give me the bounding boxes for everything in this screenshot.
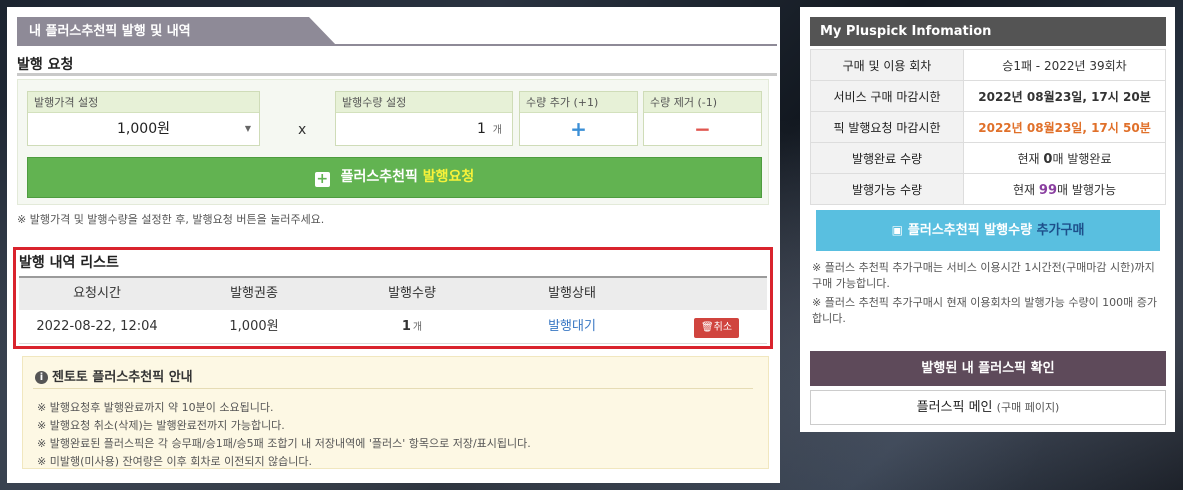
available-suffix: 매 발행가능 xyxy=(1057,182,1117,197)
column-header-status: 발행상태 xyxy=(548,286,596,301)
add-quantity-button[interactable]: 수량 추가 (+1) + xyxy=(519,91,638,146)
info-line-3: ※ 발행완료된 플러스픽은 각 승무패/승1패/승5패 조합기 내 저장내역에 … xyxy=(37,437,531,450)
panel-tab-header: 내 플러스추천픽 발행 및 내역 xyxy=(17,17,777,46)
pluspick-main-button[interactable]: 플러스픽 메인 (구매 페이지) xyxy=(810,390,1166,425)
table-row: 픽 발행요청 마감시한 2022년 08월23일, 17시 50분 xyxy=(810,111,1166,143)
cancel-button[interactable]: 🗑취소 xyxy=(694,318,739,338)
buy-note-2: ※ 플러스 추천픽 추가구매시 현재 이용회차의 발행가능 수량이 100매 증… xyxy=(812,296,1158,325)
section-divider xyxy=(17,73,777,76)
calendar-plus-icon: ▣ xyxy=(891,223,903,237)
info-panel-header: My Pluspick Infomation xyxy=(810,17,1166,46)
remove-quantity-button[interactable]: 수량 제거 (-1) − xyxy=(643,91,762,146)
info-divider xyxy=(33,388,753,389)
info-line-4: ※ 미발행(미사용) 잔여량은 이후 회차로 이전되지 않습니다. xyxy=(37,455,313,468)
price-value: 1,000원 xyxy=(117,121,170,137)
info-line-2: ※ 발행요청 취소(삭제)는 발행완료전까지 가능합니다. xyxy=(37,419,285,432)
request-section-title: 발행 요청 xyxy=(17,57,74,73)
quantity-setting: 발행수량 설정 1 개 xyxy=(335,91,513,146)
row-time: 2022-08-22, 12:04 xyxy=(36,319,158,334)
request-deadline-value: 2022년 08월23일, 17시 50분 xyxy=(963,111,1166,143)
completed-prefix: 현재 xyxy=(1017,151,1040,166)
price-setting: 발행가격 설정 1,000원 ▼ xyxy=(27,91,260,146)
add-quantity-label: 수량 추가 (+1) xyxy=(520,92,637,113)
round-value: 승1패 - 2022년 39회차 xyxy=(963,49,1166,81)
row-type: 1,000원 xyxy=(229,319,279,334)
multiply-sign: x xyxy=(298,122,307,138)
cancel-label: 취소 xyxy=(713,322,733,333)
column-header-qty: 발행수량 xyxy=(388,286,436,301)
completed-value: 현재 0매 발행완료 xyxy=(963,142,1166,174)
quantity-input[interactable]: 1 개 xyxy=(336,113,512,145)
history-table-header: 요청시간 발행권종 발행수량 발행상태 xyxy=(19,278,767,310)
pluspick-main-label: 플러스픽 메인 xyxy=(916,400,993,415)
tab-corner xyxy=(309,17,337,46)
quantity-setting-label: 발행수량 설정 xyxy=(336,92,512,113)
trash-icon: 🗑 xyxy=(700,322,714,333)
request-form: 발행가격 설정 1,000원 ▼ x 발행수량 설정 1 개 수량 추가 (+1… xyxy=(17,79,769,205)
completed-suffix: 매 발행완료 xyxy=(1052,151,1112,166)
buy-more-label: 플러스추천픽 발행수량 xyxy=(907,223,1033,238)
available-label: 발행가능 수량 xyxy=(810,173,964,205)
info-icon: i xyxy=(35,371,48,384)
plus-icon: + xyxy=(570,117,587,141)
table-row: 발행가능 수량 현재 99매 발행가능 xyxy=(810,173,1166,205)
minus-icon: − xyxy=(694,117,711,141)
quantity-value: 1 xyxy=(477,121,486,137)
plus-square-icon: + xyxy=(314,171,330,187)
available-count: 99 xyxy=(1038,182,1057,198)
row-qty: 1개 xyxy=(347,310,477,345)
completed-label: 발행완료 수량 xyxy=(810,142,964,174)
submit-request-button[interactable]: + 플러스추천픽 발행요청 xyxy=(27,157,762,198)
pluspick-main-sub: (구매 페이지) xyxy=(996,401,1060,414)
available-value: 현재 99매 발행가능 xyxy=(963,173,1166,205)
info-table: 구매 및 이용 회차 승1패 - 2022년 39회차 서비스 구매 마감시한 … xyxy=(810,49,1166,205)
table-row: 2022-08-22, 12:04 1,000원 1개 발행대기 🗑취소 xyxy=(19,310,767,344)
info-line-1: ※ 발행요청후 발행완료까지 약 10분이 소요됩니다. xyxy=(37,401,274,414)
available-prefix: 현재 xyxy=(1012,182,1036,197)
purchase-deadline-label: 서비스 구매 마감시한 xyxy=(810,80,964,112)
right-panel: My Pluspick Infomation 구매 및 이용 회차 승1패 - … xyxy=(800,7,1175,432)
request-deadline-label: 픽 발행요청 마감시한 xyxy=(810,111,964,143)
row-status[interactable]: 발행대기 xyxy=(507,310,637,344)
caret-down-icon: ▼ xyxy=(244,124,251,133)
purchase-deadline-value: 2022년 08월23일, 17시 20분 xyxy=(963,80,1166,112)
info-title: i 젠토토 플러스추천픽 안내 xyxy=(35,366,193,385)
buy-more-button[interactable]: ▣ 플러스추천픽 발행수량 추가구매 xyxy=(816,210,1160,251)
my-pick-confirm-button[interactable]: 발행된 내 플러스픽 확인 xyxy=(810,351,1166,386)
column-header-type: 발행권종 xyxy=(230,286,278,301)
submit-request-label: 플러스추천픽 xyxy=(340,169,418,185)
column-header-time: 요청시간 xyxy=(73,286,121,301)
request-note: ※ 발행가격 및 발행수량을 설정한 후, 발행요청 버튼을 눌러주세요. xyxy=(17,213,325,226)
table-row: 구매 및 이용 회차 승1패 - 2022년 39회차 xyxy=(810,49,1166,81)
buy-more-highlight: 추가구매 xyxy=(1036,223,1085,238)
history-section: 발행 내역 리스트 요청시간 발행권종 발행수량 발행상태 2022-08-22… xyxy=(13,247,773,349)
price-select[interactable]: 1,000원 ▼ xyxy=(28,113,259,145)
info-title-text: 젠토토 플러스추천픽 안내 xyxy=(52,370,193,385)
submit-request-highlight: 발행요청 xyxy=(422,169,475,185)
table-row: 서비스 구매 마감시한 2022년 08월23일, 17시 20분 xyxy=(810,80,1166,112)
round-label: 구매 및 이용 회차 xyxy=(810,49,964,81)
table-row: 발행완료 수량 현재 0매 발행완료 xyxy=(810,142,1166,174)
remove-quantity-label: 수량 제거 (-1) xyxy=(644,92,761,113)
info-box: i 젠토토 플러스추천픽 안내 ※ 발행요청후 발행완료까지 약 10분이 소요됩… xyxy=(22,356,769,469)
buy-note-1: ※ 플러스 추천픽 추가구매는 서비스 이용시간 1시간전(구매마감 시한)까지… xyxy=(812,261,1155,290)
row-qty-value: 1 xyxy=(401,319,411,334)
left-panel: 내 플러스추천픽 발행 및 내역 발행 요청 발행가격 설정 1,000원 ▼ … xyxy=(7,7,780,483)
panel-tab-title: 내 플러스추천픽 발행 및 내역 xyxy=(17,17,309,46)
history-title: 발행 내역 리스트 xyxy=(19,255,119,271)
row-qty-unit: 개 xyxy=(412,322,423,333)
price-setting-label: 발행가격 설정 xyxy=(28,92,259,113)
quantity-unit: 개 xyxy=(492,125,502,136)
